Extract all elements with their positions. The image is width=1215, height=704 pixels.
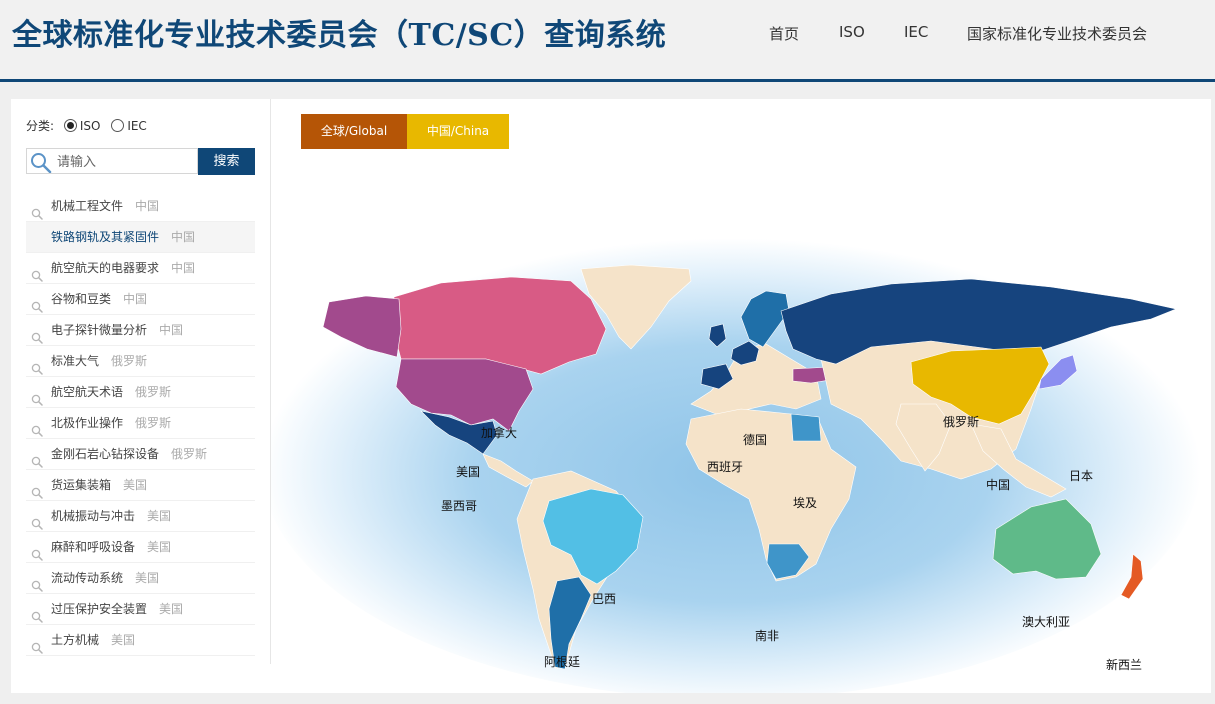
tc-item-country: 中国 [123,292,148,306]
label-australia: 澳大利亚 [1022,615,1070,629]
tc-list-item[interactable]: 机械工程文件 中国 [26,191,255,222]
tc-item-name: 谷物和豆类 [51,292,112,306]
content-panel: 分类: ISO IEC 搜索 机械工程文件中国铁路钢轨及其紧固件中国航空航天的电… [11,99,1211,693]
tc-list-item[interactable]: 北极作业操作 俄罗斯 [26,408,255,439]
sidebar: 分类: ISO IEC 搜索 机械工程文件中国铁路钢轨及其紧固件中国航空航天的电… [11,99,271,664]
tc-item-country: 美国 [135,571,160,585]
tc-item-country: 美国 [111,633,136,647]
tc-list-item[interactable]: 金刚石岩心钻探设备 俄罗斯 [26,439,255,470]
search-button[interactable]: 搜索 [198,148,255,175]
radio-iso[interactable]: ISO [63,119,100,133]
tc-item-country: 中国 [171,261,196,275]
header: 全球标准化专业技术委员会（TC/SC）查询系统 首页 ISO IEC 国家标准化… [0,0,1215,82]
label-south-africa: 南非 [755,628,779,643]
nav-iso[interactable]: ISO [839,23,865,41]
tc-item-name: 过压保护安全装置 [51,602,148,616]
tc-list-item[interactable]: 标准大气 俄罗斯 [26,346,255,377]
tc-item-name: 货运集装箱 [51,478,112,492]
label-new-zealand: 新西兰 [1106,657,1142,672]
tc-item-country: 中国 [159,323,184,337]
site-title: 全球标准化专业技术委员会（TC/SC）查询系统 [12,18,667,53]
label-mexico: 墨西哥 [441,499,477,513]
radio-unselected-icon [111,119,125,132]
nav-national-tc[interactable]: 国家标准化专业技术委员会 [967,23,1147,44]
label-germany: 德国 [743,432,767,447]
label-egypt: 埃及 [793,496,817,510]
label-usa: 美国 [456,465,480,479]
search-icon [31,153,52,173]
filter-label: 分类: [26,119,55,133]
tc-item-name: 金刚石岩心钻探设备 [51,447,160,461]
label-spain: 西班牙 [707,460,743,474]
tc-item-name: 土方机械 [51,633,100,647]
tc-item-name: 流动传动系统 [51,571,124,585]
tab-global[interactable]: 全球/Global [301,114,407,149]
tab-china[interactable]: 中国/China [407,114,509,149]
radio-selected-icon [63,119,77,132]
nav-home[interactable]: 首页 [769,23,799,44]
tc-list-item[interactable]: 流动传动系统 美国 [26,563,255,594]
tc-item-country: 美国 [159,602,184,616]
tc-list-item[interactable]: 航空航天的电器要求 中国 [26,253,255,284]
tc-item-country: 俄罗斯 [171,447,208,461]
tc-item-country: 美国 [147,540,172,554]
tc-item-name: 北极作业操作 [51,416,124,430]
tc-list-item[interactable]: 土方机械 美国 [26,625,255,656]
tc-item-name: 机械振动与冲击 [51,509,136,523]
tc-list-item[interactable]: 过压保护安全装置 美国 [26,594,255,625]
tc-item-name: 铁路钢轨及其紧固件 [51,230,160,244]
tc-item-name: 电子探针微量分析 [51,323,148,337]
search-input[interactable] [55,149,199,175]
label-russia: 俄罗斯 [943,415,979,429]
tc-list-item[interactable]: 电子探针微量分析 中国 [26,315,255,346]
tc-item-name: 标准大气 [51,354,100,368]
tc-list-item[interactable]: 谷物和豆类 中国 [26,284,255,315]
label-argentina: 阿根廷 [544,655,580,669]
tc-item-country: 俄罗斯 [111,354,148,368]
tc-item-country: 美国 [147,509,172,523]
tc-item-country: 中国 [171,230,196,244]
tc-item-country: 美国 [123,478,148,492]
label-japan: 日本 [1069,469,1093,483]
category-filter: 分类: ISO IEC [26,117,154,134]
label-canada: 加拿大 [481,425,517,440]
tc-item-country: 俄罗斯 [135,385,172,399]
tc-item-name: 航空航天术语 [51,385,124,399]
tc-item-country: 俄罗斯 [135,416,172,430]
tc-item-country: 中国 [135,199,160,213]
tc-list: 机械工程文件 中国 铁路钢轨及其紧固件 中国 航空航天的电器要求 中国 谷物和豆类 中国 电子探… [26,191,255,656]
tc-list-item[interactable]: 航空航天术语 俄罗斯 [26,377,255,408]
tc-list-item[interactable]: 机械振动与冲击 美国 [26,501,255,532]
tc-list-item[interactable]: 麻醉和呼吸设备 美国 [26,532,255,563]
radio-iec[interactable]: IEC [111,119,147,133]
tc-item-name: 机械工程文件 [51,199,124,213]
nav-iec[interactable]: IEC [904,23,928,41]
tc-list-item[interactable]: 货运集装箱 美国 [26,470,255,501]
label-china: 中国 [986,477,1010,492]
label-brazil: 巴西 [592,592,616,606]
tc-item-name: 麻醉和呼吸设备 [51,540,136,554]
tc-item-name: 航空航天的电器要求 [51,261,160,275]
world-map: 加拿大 美国 墨西哥 巴西 阿根廷 俄罗斯 中国 日本 德国 西班牙 埃及 南非… [271,229,1201,693]
country-egypt[interactable] [790,413,822,442]
tc-list-item[interactable]: 铁路钢轨及其紧固件 中国 [26,222,255,253]
search-box [26,148,199,175]
search-icon [31,635,43,665]
